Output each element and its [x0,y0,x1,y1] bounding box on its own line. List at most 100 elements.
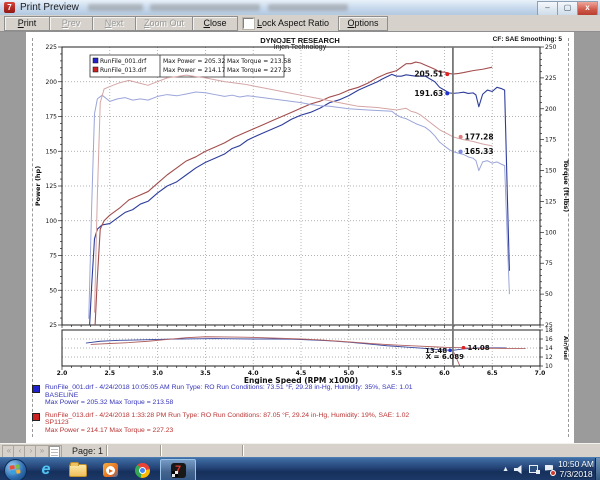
svg-text:100: 100 [46,218,58,225]
svg-text:X = 6.089: X = 6.089 [426,353,464,361]
svg-text:Max Power = 205.32: Max Power = 205.32 [163,58,225,65]
show-desktop-button[interactable] [595,458,600,480]
svg-text:2.0: 2.0 [57,370,68,377]
svg-text:50: 50 [49,287,57,294]
svg-text:2.5: 2.5 [104,370,115,377]
svg-text:205.51: 205.51 [414,70,443,79]
svg-text:7.0: 7.0 [535,370,546,377]
run-color-swatch [32,385,40,393]
statusbar: Page: 1 «‹ ›» [0,443,600,458]
svg-text:175: 175 [545,137,557,144]
taskbar-item-winpep-active[interactable]: 7 [160,459,196,480]
svg-text:3.5: 3.5 [200,370,211,377]
close-preview-button[interactable]: Close [192,16,238,31]
svg-text:175: 175 [46,114,58,121]
run-summary-text: RunFile_001.drf - 4/24/2018 10:05:05 AM … [45,384,413,406]
svg-text:191.63: 191.63 [414,89,443,98]
taskbar-clock[interactable]: 10:50 AM 7/3/2018 [558,459,594,479]
lock-aspect-ratio-checkbox[interactable] [242,17,255,30]
svg-text:Max Torque = 227.23: Max Torque = 227.23 [227,67,291,74]
system-tray: ▲ [502,458,556,480]
svg-text:14.08: 14.08 [468,344,490,352]
svg-text:Torque (ft-lbs): Torque (ft-lbs) [562,160,570,213]
svg-text:RunFile_013.drf: RunFile_013.drf [100,67,147,74]
window-title: Print Preview [20,2,79,13]
window-titlebar: 7 Print Preview – ▢ x [0,0,600,16]
next-page-button: Next [92,16,136,31]
svg-text:150: 150 [545,168,557,175]
minimize-button[interactable]: – [537,1,558,16]
svg-text:177.28: 177.28 [465,132,494,141]
taskbar: e 7 ▲ 10:50 AM 7/3/2018 [0,457,600,480]
statusbar-divider [160,445,162,456]
taskbar-item-windows-explorer[interactable] [64,460,92,480]
prev-page-button: Prev [49,16,93,31]
windows-logo-icon [9,464,21,475]
svg-text:RunFile_001.drf: RunFile_001.drf [100,58,147,65]
preview-area: DYNOJET RESEARCH Injen Technology CF: SA… [0,32,600,443]
preview-page[interactable]: DYNOJET RESEARCH Injen Technology CF: SA… [26,32,574,443]
svg-text:50: 50 [545,291,553,298]
report-footer: RunFile_001.drf - 4/24/2018 10:05:05 AM … [32,384,568,439]
speaker-icon[interactable] [514,465,522,474]
lock-aspect-ratio-label: Lock Aspect Ratio [257,18,330,28]
options-button[interactable]: Options [338,16,388,31]
svg-text:18: 18 [545,327,553,334]
svg-text:Power (hp): Power (hp) [34,166,42,206]
statusbar-divider [242,445,244,456]
dyno-report-chart: 2.0 2.5 3.0 3.5 4.0 4.5 5.0 5.5 6.0 6.5 7.02550751… [34,44,570,384]
redacted-text [150,4,260,11]
svg-text:125: 125 [46,183,58,190]
print-preview-toolbar: Print Prev Next Zoom Out Close Lock Aspe… [0,15,600,32]
run-summary-entry: RunFile_001.drf - 4/24/2018 10:05:05 AM … [32,384,568,407]
svg-text:200: 200 [46,79,58,86]
action-center-flag-icon[interactable] [545,465,556,476]
svg-text:12: 12 [545,354,553,361]
svg-text:165.33: 165.33 [465,147,494,156]
taskbar-item-chrome[interactable] [128,460,156,480]
zoom-out-button: Zoom Out [135,16,193,31]
notification-chevron-icon[interactable]: ▲ [502,466,509,473]
winpep-dyno-icon: 7 [170,463,186,478]
taskbar-item-media-player[interactable] [96,460,124,480]
svg-text:75: 75 [49,253,57,260]
svg-text:5.5: 5.5 [391,370,402,377]
run-color-swatch [32,412,40,421]
svg-text:Engine Speed (RPM x1000): Engine Speed (RPM x1000) [244,376,358,384]
taskbar-item-internet-explorer[interactable]: e [32,460,60,480]
svg-text:150: 150 [46,148,58,155]
run-summary-text: RunFile_013.drf - 4/24/2018 1:33:28 PM R… [45,411,410,434]
statusbar-divider [106,445,108,456]
svg-text:Air/Fuel: Air/Fuel [562,336,568,360]
redacted-text [268,4,348,11]
svg-text:75: 75 [545,260,553,267]
svg-text:100: 100 [545,229,557,236]
network-icon[interactable] [529,465,540,474]
svg-text:16: 16 [545,336,553,343]
svg-text:25: 25 [49,322,57,329]
svg-text:225: 225 [46,44,58,51]
clock-date: 7/3/2018 [559,468,593,479]
svg-text:225: 225 [545,75,557,82]
folder-icon [69,461,87,477]
svg-text:250: 250 [545,44,557,51]
chrome-icon [134,462,150,478]
svg-text:3.0: 3.0 [152,370,163,377]
svg-text:Max Torque = 213.58: Max Torque = 213.58 [227,58,291,65]
start-button[interactable] [4,459,27,480]
svg-text:6.5: 6.5 [487,370,498,377]
app-icon: 7 [4,2,15,13]
svg-text:6.0: 6.0 [439,370,450,377]
svg-text:200: 200 [545,106,557,113]
redacted-text [88,4,143,11]
print-button[interactable]: Print [4,16,50,31]
svg-text:10: 10 [545,363,553,370]
svg-text:125: 125 [545,198,557,205]
maximize-button[interactable]: ▢ [558,1,578,16]
page-indicator: Page: 1 [72,446,104,456]
close-window-button[interactable]: x [578,1,598,16]
svg-text:14: 14 [545,345,553,352]
screen: 7 Print Preview – ▢ x Print Prev Next Zo… [0,0,600,480]
internet-explorer-icon: e [41,461,51,478]
svg-text:Max Power = 214.17: Max Power = 214.17 [163,67,225,74]
